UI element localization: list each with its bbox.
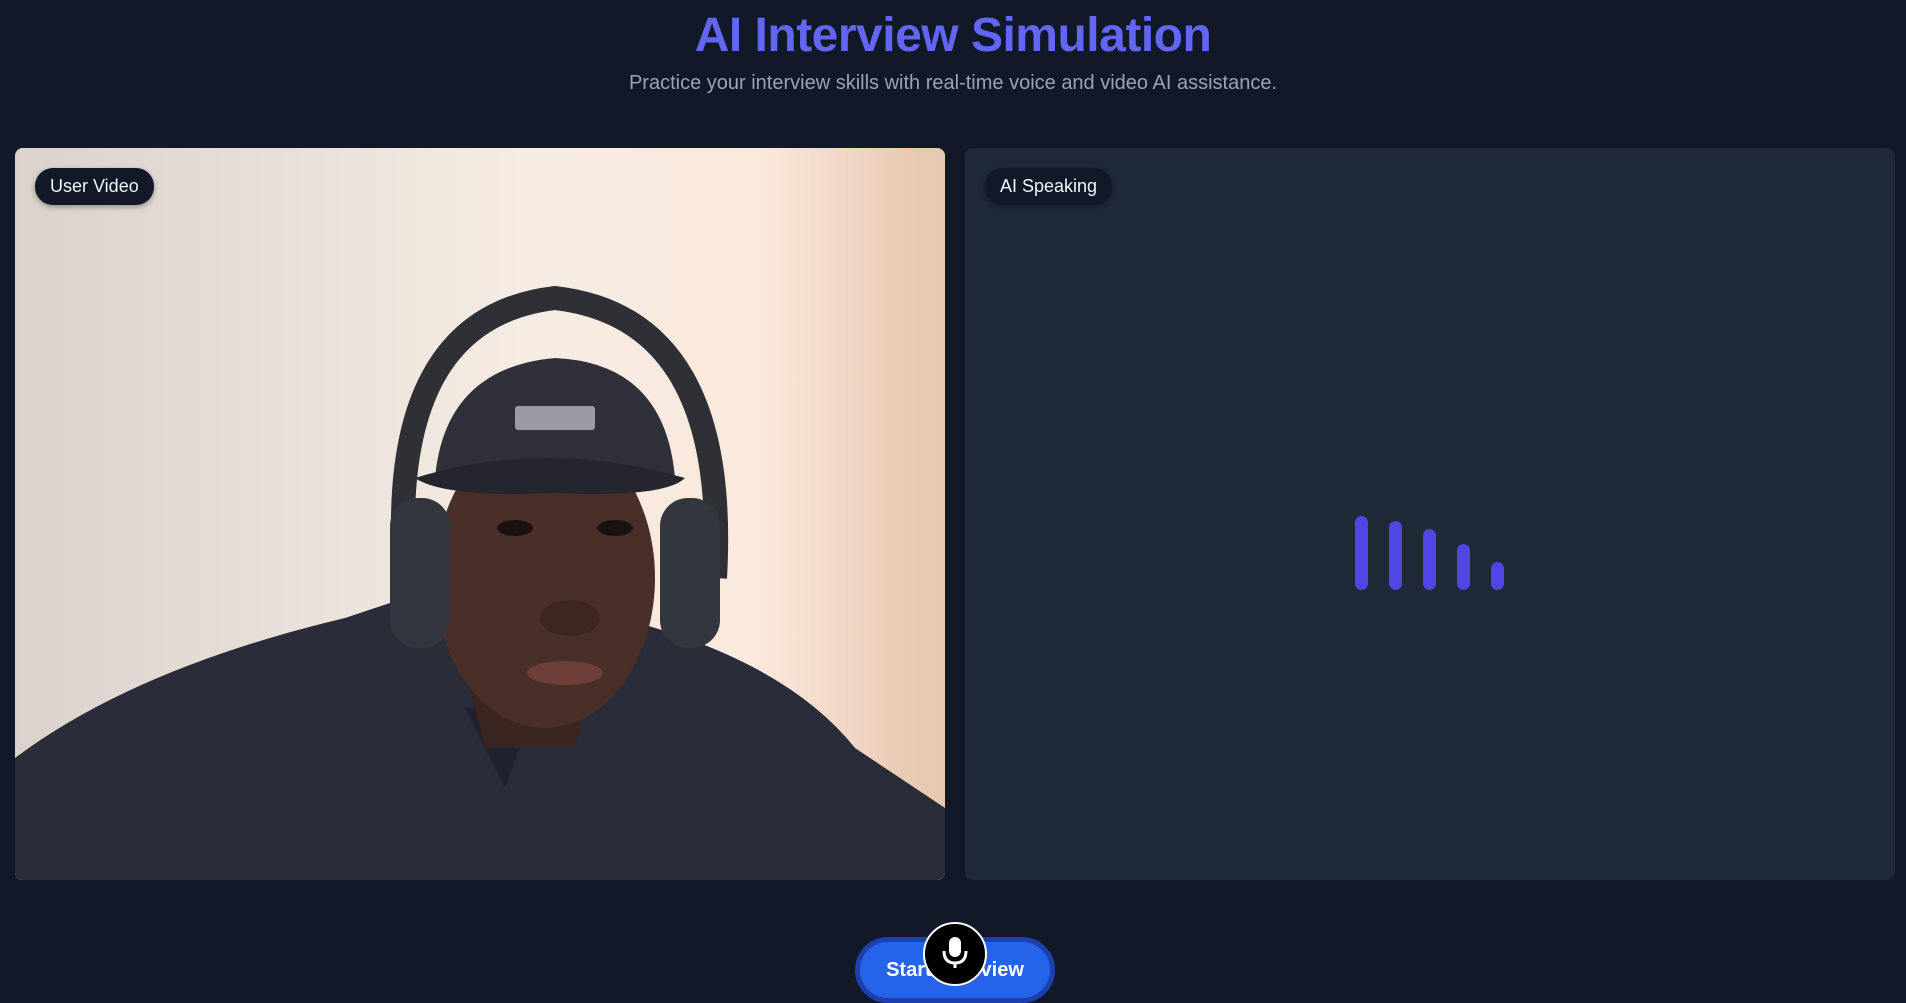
audio-level-bar	[1457, 544, 1470, 590]
audio-level-bar	[1423, 529, 1436, 590]
user-video-panel: User Video	[15, 148, 945, 880]
ai-speaking-panel: AI Speaking	[965, 148, 1895, 880]
audio-visualizer	[965, 148, 1895, 880]
user-video-badge: User Video	[35, 168, 154, 205]
page-subtitle: Practice your interview skills with real…	[628, 72, 1278, 94]
audio-level-bar	[1491, 562, 1504, 590]
microphone-icon	[941, 935, 969, 974]
audio-level-bar	[1355, 516, 1368, 590]
mic-button[interactable]	[923, 922, 987, 986]
user-webcam-feed	[15, 148, 945, 880]
ai-speaking-badge: AI Speaking	[985, 168, 1113, 205]
audio-level-bar	[1389, 521, 1402, 590]
page-title: AI Interview Simulation	[694, 9, 1212, 62]
